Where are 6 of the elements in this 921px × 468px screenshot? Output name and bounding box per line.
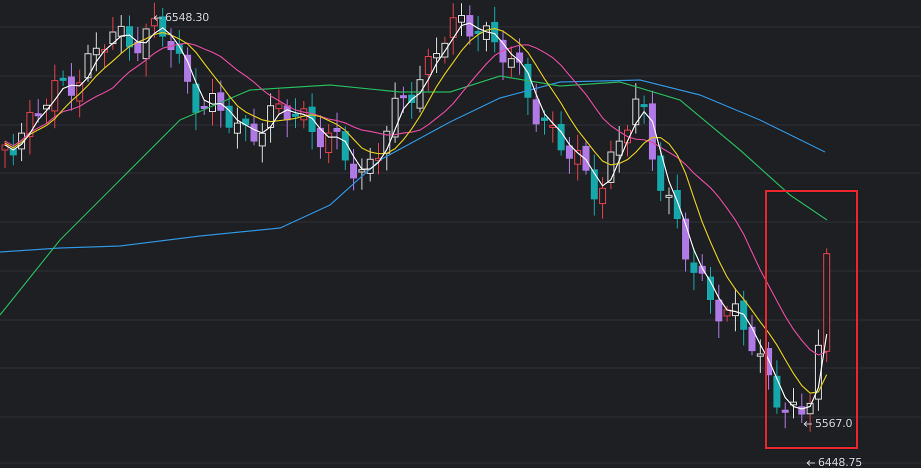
price-label: 5567.0 (815, 417, 852, 431)
leader-line (153, 14, 163, 22)
price-label: 6548.30 (165, 11, 210, 25)
price-label: 6448.75 (818, 456, 862, 468)
leader-line (806, 459, 816, 467)
leader-line (803, 420, 813, 428)
